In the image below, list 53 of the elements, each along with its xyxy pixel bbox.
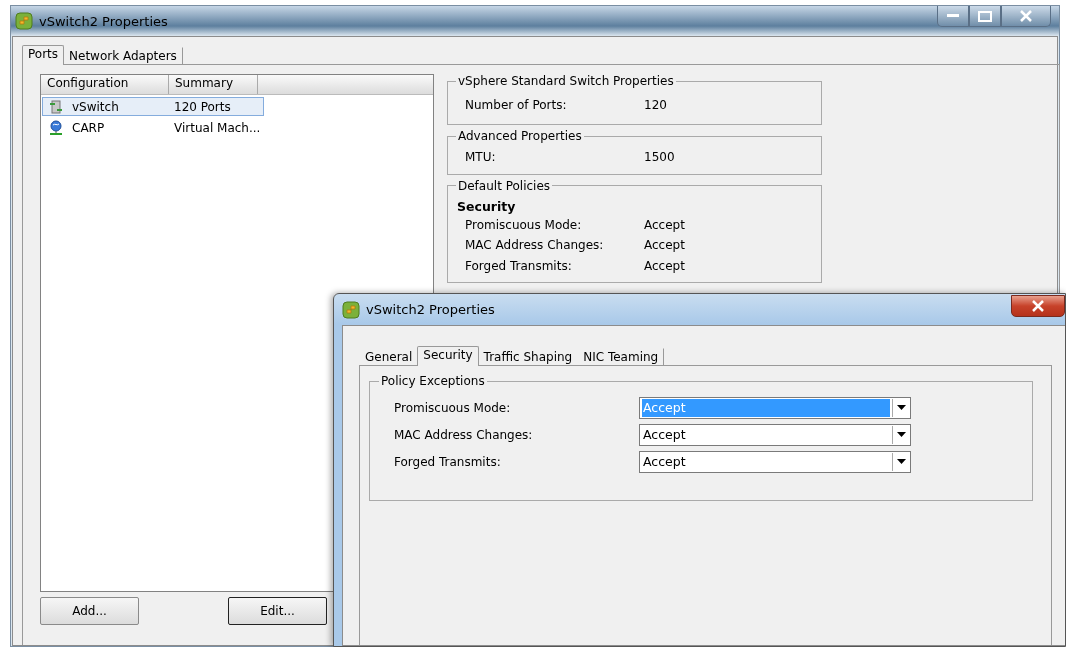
- dropdown[interactable]: Accept: [639, 450, 911, 473]
- maximize-icon: [978, 10, 992, 22]
- property-value: Accept: [644, 217, 686, 232]
- property-label: Forged Transmits:: [465, 258, 573, 273]
- minimize-icon: [947, 14, 959, 18]
- property-value: Accept: [644, 258, 686, 273]
- property-label: MAC Address Changes:: [465, 238, 605, 253]
- property-value: 120: [644, 98, 668, 112]
- close-button[interactable]: [1011, 295, 1065, 317]
- dropdown-value: Accept: [642, 452, 687, 471]
- edit-button[interactable]: Edit...: [228, 597, 327, 625]
- close-button[interactable]: [1001, 6, 1051, 27]
- dropdown-value: Accept: [642, 425, 687, 444]
- close-icon: [1019, 10, 1033, 22]
- row-summary: Virtual Mach...: [174, 120, 261, 135]
- property-value: Accept: [644, 238, 686, 253]
- add-button[interactable]: Add...: [40, 597, 139, 625]
- globe-icon: [48, 119, 64, 136]
- tab[interactable]: NIC Teaming: [577, 348, 665, 366]
- app-logo-icon: [342, 300, 360, 319]
- field-label: Promiscuous Mode:: [394, 400, 512, 415]
- switch-icon: [48, 98, 64, 115]
- row-summary: 120 Ports: [174, 99, 231, 114]
- group-title: Default Policies: [457, 178, 552, 193]
- property-value: 1500: [644, 150, 676, 165]
- group-title: vSphere Standard Switch Properties: [457, 74, 675, 88]
- field-label: MAC Address Changes:: [394, 427, 534, 442]
- list-row[interactable]: vSwitch 120 Ports: [42, 97, 264, 116]
- row-name: vSwitch: [72, 99, 120, 114]
- caret-icon: [897, 432, 906, 437]
- dropdown-value: Accept: [642, 398, 890, 417]
- caret-icon: [897, 459, 906, 464]
- maximize-button[interactable]: [969, 6, 1001, 27]
- row-name: CARP: [72, 120, 106, 135]
- field-label: Forged Transmits:: [394, 454, 502, 469]
- property-label: Number of Ports:: [465, 98, 568, 112]
- close-icon: [1031, 300, 1045, 312]
- window-title: vSwitch2 Properties: [39, 13, 168, 29]
- column-header[interactable]: Summary: [169, 75, 258, 94]
- group-title: Policy Exceptions: [380, 374, 486, 388]
- dropdown[interactable]: Accept: [639, 423, 911, 446]
- caret-icon: [897, 405, 906, 410]
- app-logo-icon: [15, 12, 33, 30]
- list-row[interactable]: CARP Virtual Mach...: [42, 118, 264, 137]
- column-header[interactable]: Configuration: [41, 75, 169, 94]
- property-label: Promiscuous Mode:: [465, 217, 583, 232]
- dialog-title: vSwitch2 Properties: [366, 302, 495, 317]
- minimize-button[interactable]: [937, 6, 969, 27]
- section-heading: Security: [457, 198, 517, 214]
- group-title: Advanced Properties: [457, 129, 583, 143]
- property-label: MTU:: [465, 150, 497, 165]
- tab[interactable]: Ports: [22, 45, 65, 65]
- tab[interactable]: Security: [417, 346, 479, 366]
